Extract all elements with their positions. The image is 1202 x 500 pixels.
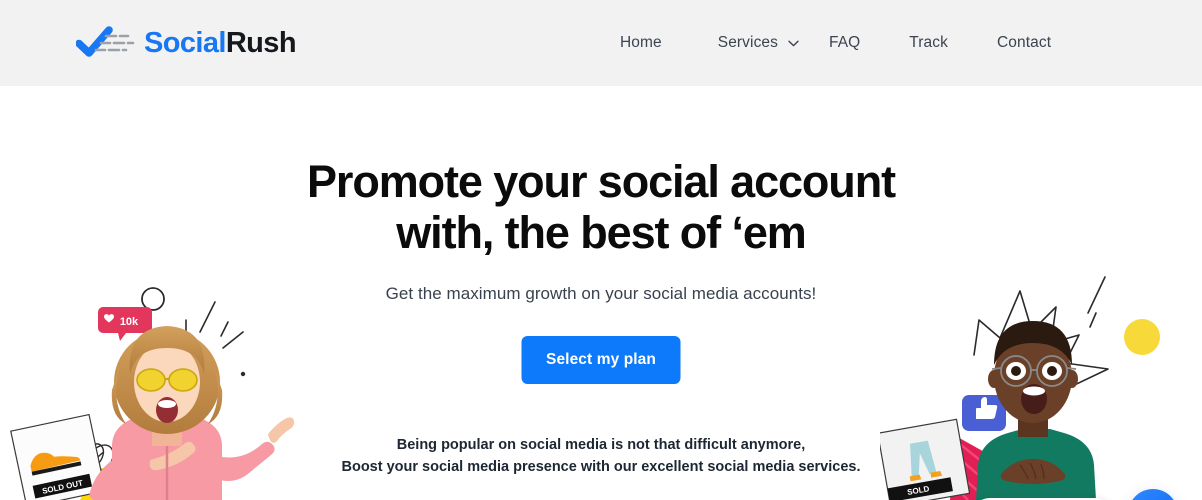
hero-section: Promote your social account with, the be… xyxy=(0,86,1202,500)
svg-text:10k: 10k xyxy=(120,316,139,328)
nav-label-home: Home xyxy=(620,34,662,51)
like-badge-left: 10k xyxy=(98,307,152,341)
svg-text:SOLD OUT: SOLD OUT xyxy=(41,478,83,495)
yellow-sunglasses xyxy=(136,368,198,392)
nav-label-services: Services xyxy=(717,34,778,51)
logo-text-social: Social xyxy=(144,26,226,59)
chat-launcher-button[interactable] xyxy=(1128,489,1178,500)
hero-subtitle: Get the maximum growth on your social me… xyxy=(385,284,817,303)
svg-text:SOLD: SOLD xyxy=(907,484,931,497)
nav-label-faq: FAQ xyxy=(828,34,861,51)
nav-item-home[interactable]: Home xyxy=(620,34,662,52)
tagline-line-2: Boost your social media presence with ou… xyxy=(341,459,861,476)
eyeglasses xyxy=(991,355,1077,387)
nav-label-contact: Contact xyxy=(996,34,1052,51)
headline-line-2: with, the best of ‘em xyxy=(396,207,807,259)
heart-icon xyxy=(104,314,114,323)
chevron-down-icon[interactable] xyxy=(788,40,799,47)
nav-label-track: Track xyxy=(909,34,948,51)
logo-wordmark: SocialRush xyxy=(144,26,297,59)
landing-page: SocialRush Home Services FAQ Track Conta… xyxy=(0,0,1202,500)
tagline-line-1: Being popular on social media is not tha… xyxy=(396,437,806,453)
site-logo[interactable]: SocialRush xyxy=(76,26,297,60)
main-navigation: Home Services FAQ Track Contact xyxy=(620,0,1051,86)
thumbs-up-badge xyxy=(962,395,1006,431)
site-header: SocialRush Home Services FAQ Track Conta… xyxy=(0,0,1202,86)
nav-item-services[interactable]: Services xyxy=(718,34,799,52)
hero-tagline: Being popular on social media is not tha… xyxy=(0,434,1202,479)
headline-line-1: Promote your social account xyxy=(307,156,896,207)
yellow-dot xyxy=(1124,319,1160,355)
nav-item-faq[interactable]: FAQ xyxy=(829,34,860,52)
check-speed-icon xyxy=(76,26,135,57)
page-title: Promote your social account with, the be… xyxy=(0,156,1202,259)
select-my-plan-button[interactable]: Select my plan xyxy=(521,336,681,384)
nav-item-track[interactable]: Track xyxy=(909,34,948,52)
nav-item-contact[interactable]: Contact xyxy=(997,34,1051,52)
logo-text-rush: Rush xyxy=(225,26,297,59)
